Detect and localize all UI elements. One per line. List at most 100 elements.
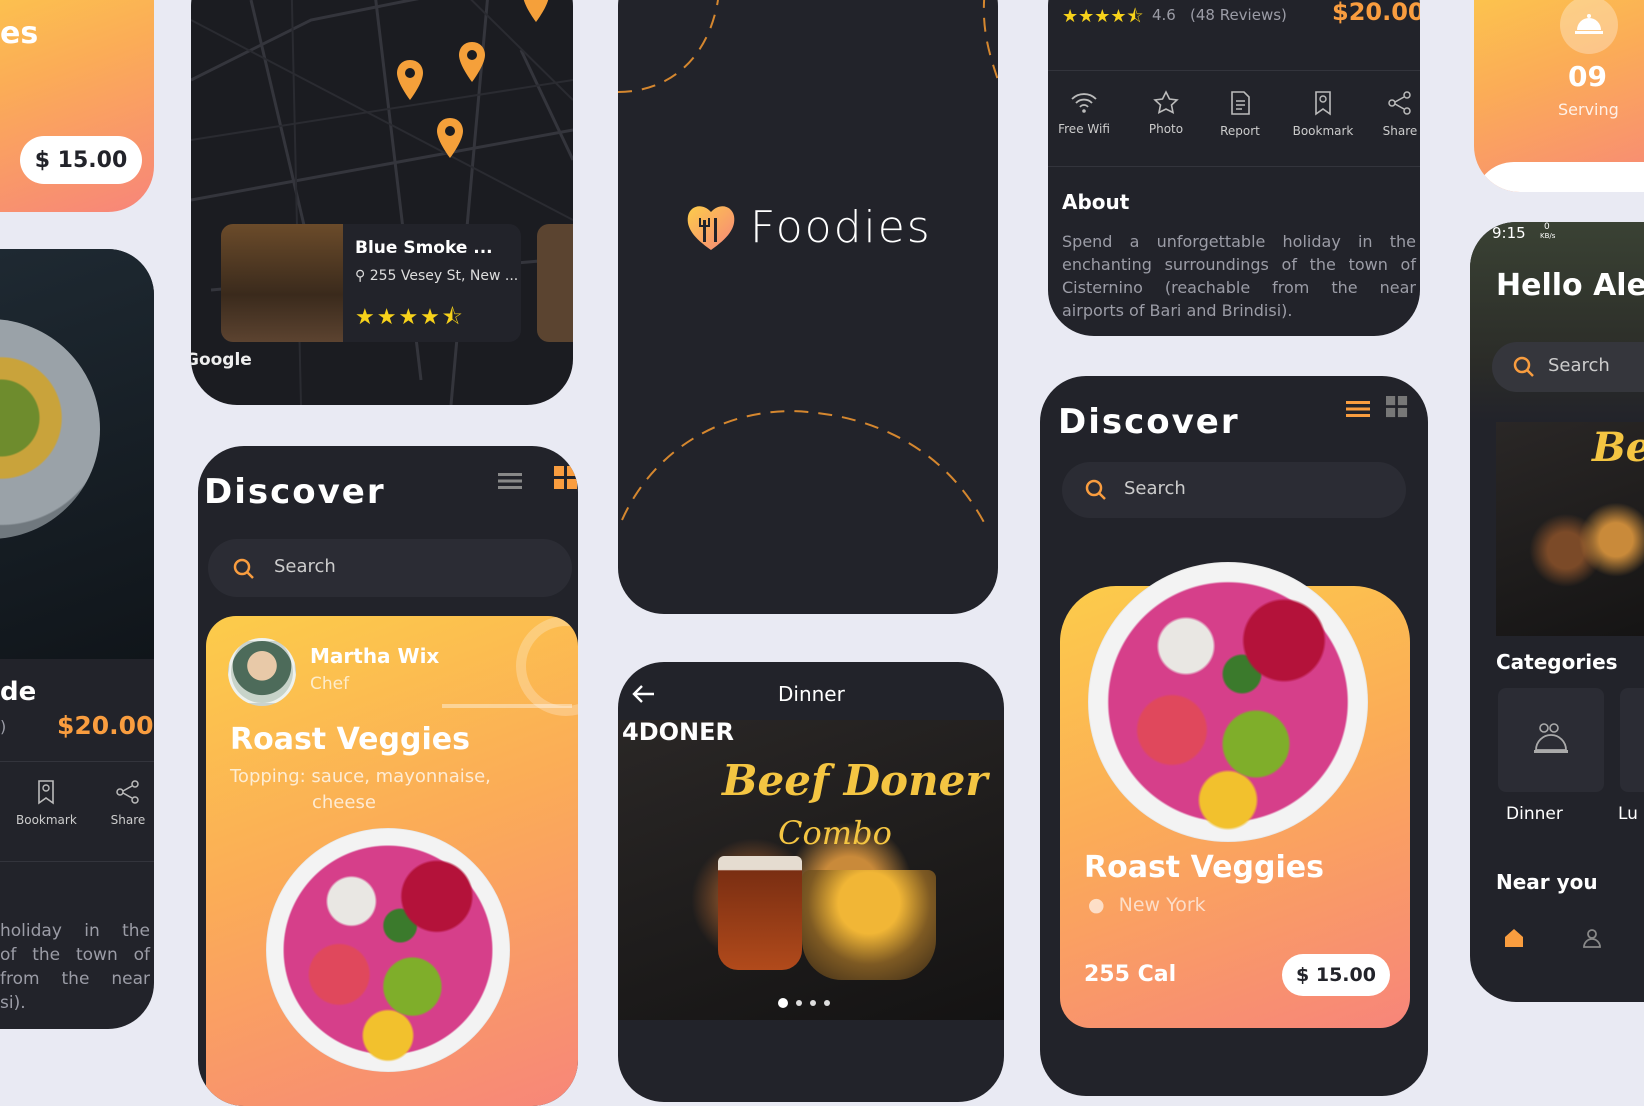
reviews-fragment: ): [0, 717, 7, 736]
rating-stars: ★★★★⯪: [355, 305, 465, 330]
share-label: Share: [110, 813, 146, 827]
search-bar[interactable]: Search: [1062, 462, 1406, 518]
heart-fork-icon: [687, 206, 735, 250]
dot[interactable]: [824, 1000, 830, 1006]
price-pill[interactable]: $ 15.00: [20, 136, 142, 184]
about-line: holiday in the: [0, 921, 150, 941]
dinner-card: Dinner 4DONER Beef Doner Combo: [618, 662, 1004, 1102]
report-label: Report: [1220, 124, 1260, 138]
about-line: airports of Bari and Brindisi).: [1062, 301, 1293, 320]
dish-name: Roast Veggies: [230, 722, 470, 757]
home-tab-icon[interactable]: [1502, 926, 1526, 950]
free-wifi-label: Free Wifi: [1058, 122, 1110, 136]
share-action[interactable]: Share: [1372, 90, 1420, 138]
map-pin-icon[interactable]: [521, 0, 551, 24]
location-pin-icon: ●: [1088, 894, 1105, 916]
dot-active[interactable]: [778, 998, 788, 1008]
promo-subtitle: Combo: [778, 814, 892, 852]
promo-brand: 4DONER: [622, 718, 734, 746]
bottom-sheet: [1474, 162, 1644, 192]
chef-name: Martha Wix: [310, 644, 440, 668]
share-action[interactable]: Share: [100, 779, 154, 827]
promo-title-fragment: Bee: [1592, 424, 1644, 471]
about-title: About: [1062, 190, 1130, 214]
search-icon: [1085, 479, 1106, 500]
promo-image[interactable]: Bee: [1496, 422, 1644, 636]
avatar[interactable]: [228, 638, 296, 706]
decor-ring: [516, 616, 578, 716]
photo-action[interactable]: Photo: [1136, 90, 1196, 136]
search-icon: [1513, 356, 1534, 377]
price-pill[interactable]: $ 15.00: [1282, 954, 1390, 996]
dish-topping-2: cheese: [312, 792, 376, 813]
fries-basket: [802, 870, 936, 980]
promo-image[interactable]: 4DONER Beef Doner Combo: [618, 718, 1004, 1020]
restaurant-card[interactable]: Blue Smoke ... ⚲ 255 Vesey St, New ... ★…: [221, 224, 521, 342]
divider: [1048, 166, 1420, 167]
star-photo-icon: [1153, 90, 1179, 114]
search-bar[interactable]: Search: [208, 539, 572, 597]
serving-count: 09: [1568, 60, 1607, 93]
map-pin-icon[interactable]: [457, 40, 487, 84]
dot[interactable]: [810, 1000, 816, 1006]
restaurant-name: Blue Smoke ...: [355, 238, 493, 258]
grid-view-icon[interactable]: [1386, 396, 1408, 418]
search-bar[interactable]: Search: [1492, 342, 1644, 392]
about-line: Spend a unforgettable holiday in the: [1062, 232, 1416, 251]
bookmark-action[interactable]: Bookmark: [16, 779, 77, 827]
map-pin-icon[interactable]: [395, 58, 425, 102]
map-pin-icon[interactable]: [435, 116, 465, 160]
serving-icon-circle[interactable]: [1560, 0, 1618, 54]
map-card: Blue Smoke ... ⚲ 255 Vesey St, New ... ★…: [191, 0, 573, 405]
home-card: 9:15 0 KB/s Hello Ale Search Bee Categor…: [1470, 222, 1644, 1002]
page-title: Discover: [204, 472, 386, 512]
list-view-icon[interactable]: [498, 472, 522, 490]
page-title: Discover: [1058, 402, 1240, 442]
divider: [1048, 70, 1420, 71]
bookmark-label: Bookmark: [16, 813, 77, 827]
search-placeholder: Search: [1124, 478, 1186, 499]
detail-card: ★★★★⯪ 4.6 (48 Reviews) $20.00 Free Wifi …: [1048, 0, 1420, 336]
dish-cover-icon: [1575, 14, 1603, 34]
report-action[interactable]: Report: [1210, 90, 1270, 138]
restaurant-card-peek[interactable]: [537, 224, 573, 342]
wifi-icon: [1071, 93, 1097, 113]
back-arrow-icon[interactable]: [632, 684, 656, 704]
about-fragment: holiday in the of the town of from the near si)…: [0, 919, 150, 1015]
grid-view-icon[interactable]: [554, 466, 578, 490]
bookmark-action[interactable]: Bookmark: [1288, 90, 1358, 138]
chef-tab-icon[interactable]: [1580, 926, 1604, 950]
search-placeholder: Search: [1548, 355, 1610, 376]
list-view-icon[interactable]: [1346, 400, 1370, 418]
bookmark-label: Bookmark: [1292, 124, 1354, 138]
serving-label: Serving: [1558, 100, 1619, 119]
brand-logo: Foodies: [684, 200, 932, 254]
carousel-dots[interactable]: [778, 998, 830, 1008]
restaurant-photo: [221, 224, 343, 342]
document-icon: [1231, 91, 1250, 115]
share-icon: [1388, 91, 1411, 115]
divider: [0, 861, 154, 862]
categories-title: Categories: [1496, 650, 1618, 674]
dot[interactable]: [796, 1000, 802, 1006]
drink-cup: [718, 856, 802, 970]
rating-stars: ★★★★⯪: [1062, 6, 1144, 27]
discover-left-card: Discover Search Martha Wix Chef Roast Ve…: [198, 446, 578, 1106]
network-speed-value: 0: [1544, 222, 1550, 232]
featured-dish-card[interactable]: Martha Wix Chef Roast Veggies Topping: s…: [206, 616, 578, 1106]
rating-value: 4.6: [1152, 6, 1176, 24]
promo-title: Beef Doner: [722, 756, 988, 805]
decor-line: [442, 704, 572, 708]
price: $20.00: [57, 711, 154, 740]
free-wifi-action[interactable]: Free Wifi: [1054, 90, 1114, 136]
restaurant-address: ⚲ 255 Vesey St, New ...: [355, 268, 519, 284]
food-bowl-image: [1088, 562, 1368, 842]
category-dinner[interactable]: [1498, 688, 1604, 792]
bookmark-icon: [38, 780, 54, 805]
chef-role: Chef: [310, 674, 350, 694]
divider: [0, 761, 154, 762]
name-fragment: de: [0, 677, 37, 707]
category-next[interactable]: [1620, 688, 1644, 792]
search-icon: [233, 558, 254, 579]
header-title: Dinner: [778, 682, 845, 706]
